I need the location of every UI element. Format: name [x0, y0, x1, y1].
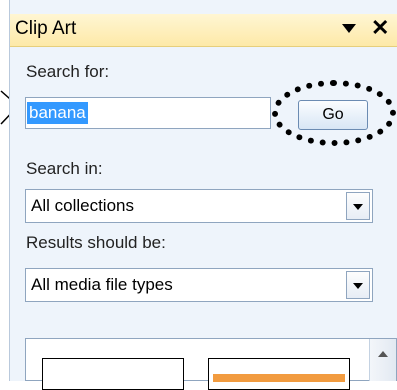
search-input[interactable]: banana	[25, 97, 271, 129]
scroll-up-arrow-icon[interactable]	[369, 339, 396, 381]
pane-title: Clip Art	[15, 18, 77, 39]
close-icon[interactable]: ✕	[371, 17, 389, 39]
go-button[interactable]: Go	[298, 100, 368, 130]
search-input-value: banana	[27, 102, 88, 124]
pane-title-bar: Clip Art ✕	[10, 14, 397, 47]
chevron-down-icon[interactable]	[346, 192, 370, 220]
search-in-select[interactable]: All collections	[25, 189, 373, 223]
dropdown-menu-icon[interactable]	[342, 24, 356, 33]
results-should-be-label: Results should be:	[26, 233, 166, 252]
results-list[interactable]	[25, 338, 397, 390]
search-for-label: Search for:	[26, 62, 110, 81]
search-in-label: Search in:	[26, 159, 103, 178]
result-thumbnail[interactable]	[42, 358, 184, 390]
media-type-select[interactable]: All media file types	[25, 268, 373, 302]
result-thumbnail[interactable]	[208, 358, 350, 390]
clip-art-pane: Clip Art ✕ Search for: banana Go Search …	[9, 0, 397, 390]
chevron-down-icon[interactable]	[346, 271, 370, 299]
media-type-value: All media file types	[31, 275, 173, 294]
search-in-value: All collections	[31, 196, 134, 215]
